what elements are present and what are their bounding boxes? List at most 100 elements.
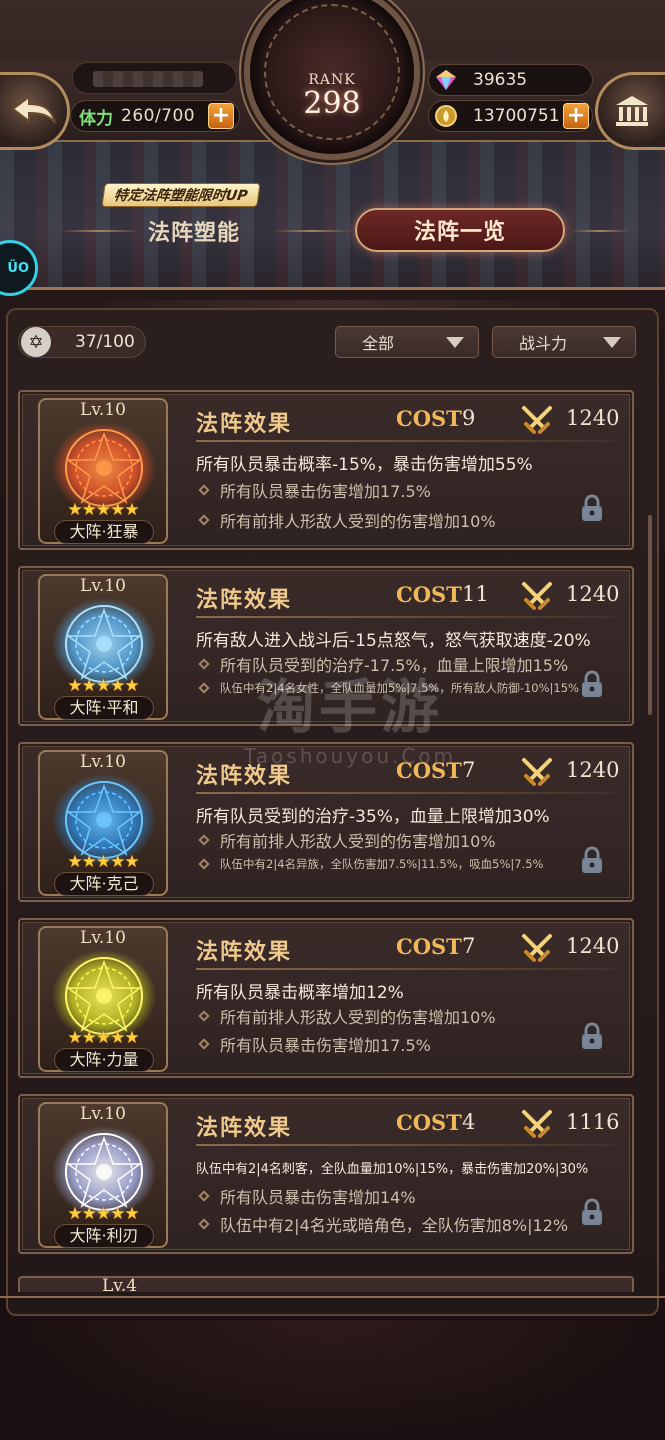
formation-count: ✡ 37/100 [18,326,146,358]
formation-list[interactable]: Lv.10 ★★★★★ 大阵·狂暴 法阵效果 COST 9 1240 所有队员暴… [18,372,634,1292]
gold-coin-icon [435,105,457,127]
star-rating: ★★★★★ [67,500,139,520]
panel-bottom-frame [0,1296,665,1320]
effect-title: 法阵效果 [196,763,293,789]
bullet-diamond-icon [198,658,210,670]
crossed-swords-icon [522,934,552,962]
cost-label: COST [396,1110,462,1135]
stamina-label: 体力 [79,108,113,129]
sub-effect: 所有队员暴击伤害增加17.5% [198,1032,620,1056]
cost-label: COST [396,758,462,783]
formation-name: 大阵·平和 [54,696,154,720]
power-value: 1240 [566,758,620,782]
sub-effect: 队伍中有2|4名光或暗角色，全队伤害加8%|12% [198,1212,620,1236]
bullet-diamond-icon [198,1218,210,1230]
lock-icon[interactable] [580,1022,604,1050]
main-effect: 队伍中有2|4名刺客，全队血量加10%|15%，暴击伤害加20%|30% [196,1162,589,1177]
crossed-swords-icon [522,406,552,434]
bullet-diamond-icon [198,682,210,694]
dropdown-arrow-icon [603,336,621,348]
tab-formation-shaping[interactable]: 法阵塑能 [148,214,268,248]
lock-icon[interactable] [580,1198,604,1226]
power-value: 1116 [566,1110,620,1134]
formation-portrait[interactable]: Lv.10 ★★★★★ 大阵·狂暴 [38,398,168,544]
card-level: Lv.10 [80,576,126,596]
formation-card[interactable]: Lv.10 ★★★★★ 大阵·力量 法阵效果 COST 7 1240 所有队员暴… [18,918,634,1078]
sub-effect: 所有前排人形敌人受到的伤害增加10% [198,1004,620,1028]
tab-divider-right [570,230,630,232]
formation-card[interactable]: Lv.10 ★★★★★ 大阵·狂暴 法阵效果 COST 9 1240 所有队员暴… [18,390,634,550]
lock-icon[interactable] [580,494,604,522]
hall-button[interactable] [595,72,665,150]
formation-count-value: 37/100 [75,332,135,352]
sub-effect: 所有前排人形敌人受到的伤害增加10% [198,828,620,852]
star-rating: ★★★★★ [67,852,139,872]
crossed-swords-icon [522,1110,552,1138]
bullet-diamond-icon [198,514,210,526]
formation-name: 大阵·狂暴 [54,520,154,544]
formation-card[interactable]: Lv.10 ★★★★★ 大阵·克己 法阵效果 COST 7 1240 所有队员受… [18,742,634,902]
formation-card[interactable]: Lv.10 ★★★★★ 大阵·利刃 法阵效果 COST 4 1116 队伍中有2… [18,1094,634,1254]
effect-title: 法阵效果 [196,1115,293,1141]
tab-formation-overview[interactable]: 法阵一览 [355,208,565,252]
filter-dropdown[interactable]: 全部 [335,326,479,358]
sub-effect-text: 队伍中有2|4名女性，全队血量加5%|7.5%，所有敌人防御-10%|15% [220,681,579,695]
star-rating: ★★★★★ [67,1028,139,1048]
title-divider [196,792,616,794]
cost-value: 4 [462,1110,476,1134]
card-level: Lv.10 [80,928,126,948]
bullet-diamond-icon [198,1038,210,1050]
cost-label: COST [396,934,462,959]
sub-effect-text: 所有前排人形敌人受到的伤害增加10% [220,832,496,851]
sub-effect: 所有队员暴击伤害增加17.5% [198,478,620,502]
formation-name: 大阵·利刃 [54,1224,154,1248]
promo-badge[interactable]: 特定法阵塑能限时UP [101,183,261,207]
formation-portrait[interactable]: Lv.10 ★★★★★ 大阵·平和 [38,574,168,720]
building-icon [615,96,648,126]
lock-icon[interactable] [580,846,604,874]
star-rating: ★★★★★ [67,1204,139,1224]
bullet-diamond-icon [198,834,210,846]
main-effect: 所有敌人进入战斗后-15点怒气，怒气获取速度-20% [196,631,591,651]
header: 体力 260/700 + 39635 13700751 + RANK 298 特… [0,0,665,300]
sort-dropdown[interactable]: 战斗力 [492,326,636,358]
sub-effect-text: 所有前排人形敌人受到的伤害增加10% [220,1008,496,1027]
add-stamina-button[interactable]: + [208,103,234,129]
player-name-field [72,62,237,94]
formation-portrait[interactable]: Lv.10 ★★★★★ 大阵·利刃 [38,1102,168,1248]
add-gold-button[interactable]: + [563,103,589,129]
cost-value: 7 [462,934,476,958]
gem-bar: 39635 [428,64,593,96]
bullet-diamond-icon [198,484,210,496]
filter-dropdown-label: 全部 [362,334,395,353]
sub-effect-text: 所有前排人形敌人受到的伤害增加10% [220,512,496,531]
formation-portrait[interactable]: Lv.10 ★★★★★ 大阵·力量 [38,926,168,1072]
tab-divider-middle [272,230,352,232]
formation-card-partial[interactable]: Lv.4 [18,1276,634,1292]
list-scrollbar[interactable] [648,515,652,715]
sub-effect: 队伍中有2|4名女性，全队血量加5%|7.5%，所有敌人防御-10%|15% [198,680,620,696]
gem-icon [436,70,456,90]
formation-card[interactable]: Lv.10 ★★★★★ 大阵·平和 法阵效果 COST 11 1240 所有敌人… [18,566,634,726]
star-rating: ★★★★★ [67,676,139,696]
power-value: 1240 [566,406,620,430]
cost-value: 9 [462,406,476,430]
formation-portrait[interactable]: Lv.10 ★★★★★ 大阵·克己 [38,750,168,896]
back-arrow-icon [10,95,56,124]
rank-value: 298 [303,86,361,121]
card-level: Lv.10 [80,1104,126,1124]
tab-divider-left [60,230,140,232]
sub-effect-text: 所有队员暴击伤害增加17.5% [220,1036,431,1055]
lock-icon[interactable] [580,670,604,698]
sub-effect: 所有队员受到的治疗-17.5%，血量上限增加15% [198,652,620,676]
cost-label: COST [396,582,462,607]
title-divider [196,616,616,618]
header-banner [0,140,665,290]
gem-value: 39635 [473,70,528,90]
sub-effect: 所有前排人形敌人受到的伤害增加10% [198,508,620,532]
sub-effect-text: 所有队员暴击伤害增加17.5% [220,482,431,501]
sub-effect-text: 所有队员受到的治疗-17.5%，血量上限增加15% [220,656,569,675]
card-level: Lv.4 [102,1276,138,1292]
title-divider [196,440,616,442]
card-level: Lv.10 [80,752,126,772]
